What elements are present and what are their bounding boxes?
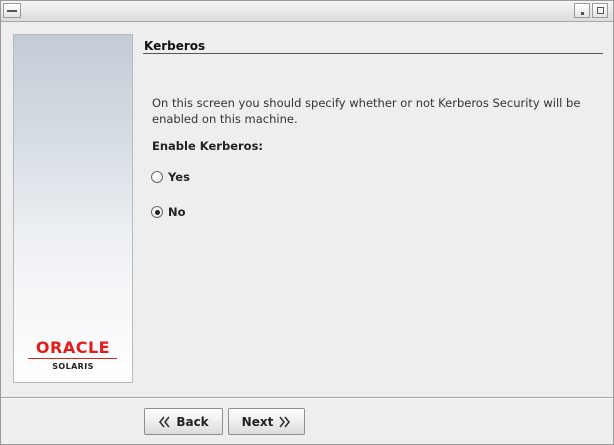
window-menu-button[interactable] — [3, 3, 21, 18]
window-menu-icon — [7, 9, 17, 12]
enable-kerberos-label: Enable Kerberos: — [152, 139, 264, 153]
title-divider — [143, 53, 603, 54]
maximize-icon — [596, 7, 604, 14]
radio-option-no[interactable]: No — [151, 204, 186, 220]
back-button[interactable]: Back — [144, 408, 223, 435]
radio-button-yes[interactable] — [151, 171, 163, 183]
logo-divider — [28, 358, 117, 359]
page-title: Kerberos — [144, 39, 206, 53]
installer-window: ORACLE SOLARIS Kerberos On this screen y… — [0, 0, 614, 445]
page-description: On this screen you should specify whethe… — [152, 96, 581, 126]
double-chevron-right-icon — [279, 416, 291, 427]
button-bar-separator — [1, 397, 613, 399]
radio-label-yes[interactable]: Yes — [168, 170, 190, 184]
radio-selected-dot — [154, 209, 160, 215]
title-bar[interactable] — [1, 1, 613, 22]
maximize-button[interactable] — [592, 3, 608, 18]
solaris-product-label: SOLARIS — [52, 362, 94, 371]
next-button-label: Next — [241, 414, 274, 429]
radio-button-no[interactable] — [151, 206, 163, 218]
oracle-logo: ORACLE — [35, 338, 111, 357]
branding-side-panel: ORACLE SOLARIS — [13, 34, 133, 383]
radio-label-no[interactable]: No — [168, 205, 186, 219]
radio-option-yes[interactable]: Yes — [151, 169, 190, 185]
minimize-button[interactable] — [574, 3, 590, 18]
minimize-icon — [580, 11, 584, 15]
back-button-label: Back — [176, 414, 209, 429]
double-chevron-left-icon — [159, 416, 170, 427]
next-button[interactable]: Next — [228, 408, 305, 435]
